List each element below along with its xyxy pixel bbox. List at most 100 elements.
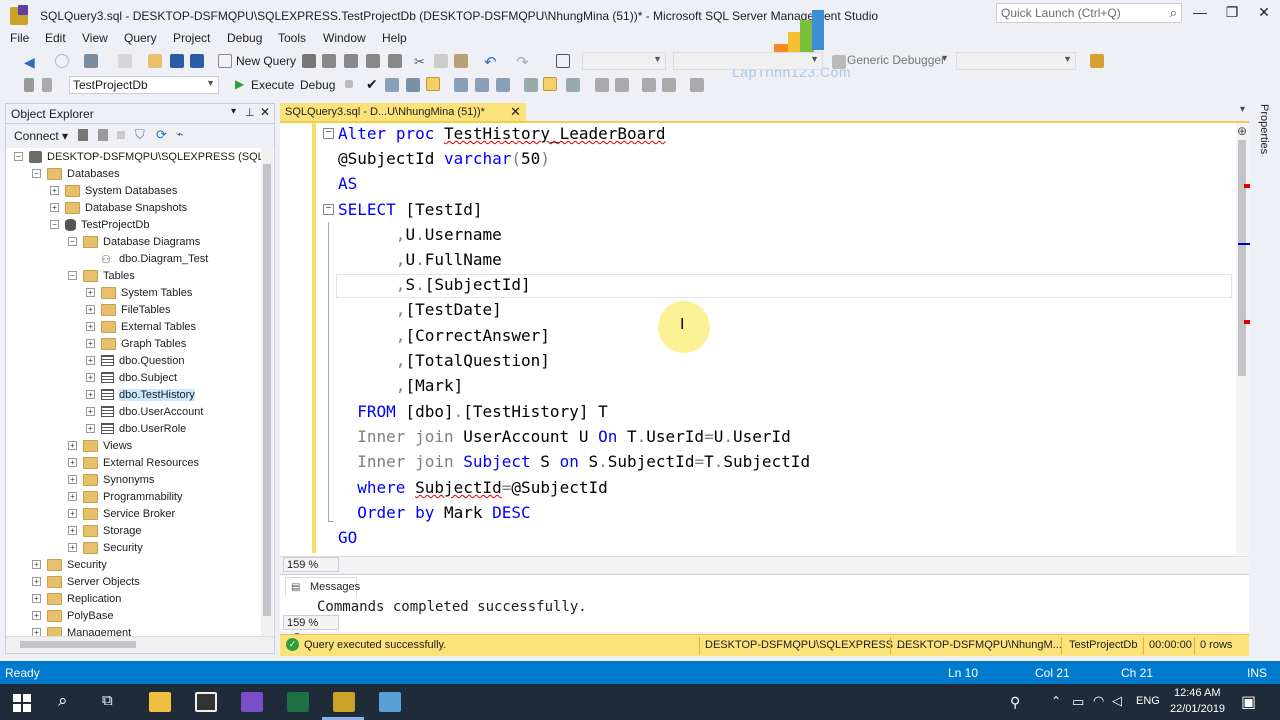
tree-node-filetables[interactable]: + FileTables xyxy=(86,301,171,318)
tree-node-external-resources[interactable]: + External Resources xyxy=(68,454,199,471)
expand-icon[interactable]: + xyxy=(32,594,41,603)
increase-indent-icon[interactable] xyxy=(662,78,676,92)
windows-start-icon[interactable] xyxy=(13,694,31,712)
excel-icon[interactable] xyxy=(287,692,309,712)
filter-icon[interactable]: ⛉ xyxy=(135,127,145,143)
cut-icon[interactable]: ✂ xyxy=(414,54,428,69)
paste-icon[interactable] xyxy=(454,54,468,68)
new-query-icon[interactable] xyxy=(218,54,232,68)
add-item-icon[interactable] xyxy=(118,54,132,68)
disconnect-object-icon[interactable] xyxy=(98,129,108,141)
editor-horizontal-scrollbar[interactable] xyxy=(280,556,1249,573)
cancel-query-icon[interactable] xyxy=(345,80,353,88)
save-icon[interactable] xyxy=(170,54,184,68)
tree-node-system-databases[interactable]: + System Databases xyxy=(50,182,177,199)
db-engine-query-icon[interactable] xyxy=(302,54,316,68)
target-dropdown[interactable]: ▼ xyxy=(956,52,1076,70)
collapse-icon[interactable]: − xyxy=(32,169,41,178)
mdx-query-icon[interactable] xyxy=(322,54,336,68)
menu-project[interactable]: Project xyxy=(173,31,210,45)
pin-icon[interactable]: ⊥ xyxy=(245,106,255,119)
xmla-query-icon[interactable] xyxy=(366,54,380,68)
database-dropdown[interactable]: TestProjectDb ▼ xyxy=(69,76,219,94)
tree-node-database-diagrams[interactable]: − Database Diagrams xyxy=(68,233,200,250)
results-to-text-icon[interactable] xyxy=(524,78,538,92)
movie-maker-icon[interactable] xyxy=(195,692,217,712)
fold-toggle-icon[interactable]: − xyxy=(323,204,334,215)
panel-menu-icon[interactable]: ▾ xyxy=(231,106,236,117)
execute-button[interactable]: Execute xyxy=(251,78,294,92)
tree-horizontal-scroll-thumb[interactable] xyxy=(20,641,136,648)
tab-close-icon[interactable]: ✕ xyxy=(510,104,521,120)
tree-node-tables[interactable]: − Tables xyxy=(68,267,135,284)
collapse-icon[interactable]: − xyxy=(50,220,59,229)
tree-node-server[interactable]: − DESKTOP-DSFMQPU\SQLEXPRESS (SQL Se xyxy=(14,148,261,165)
connect-object-icon[interactable] xyxy=(78,129,88,141)
menu-tools[interactable]: Tools xyxy=(278,31,306,45)
tab-list-dropdown-icon[interactable]: ▾ xyxy=(1240,104,1245,115)
config-dropdown[interactable]: ▼ xyxy=(582,52,666,70)
fold-toggle-icon[interactable]: − xyxy=(323,128,334,139)
expand-icon[interactable]: + xyxy=(86,288,95,297)
clock-date[interactable]: 22/01/2019 xyxy=(1170,703,1225,715)
collapse-icon[interactable]: − xyxy=(68,237,77,246)
stop-icon[interactable] xyxy=(117,131,125,139)
menu-query[interactable]: Query xyxy=(124,31,157,45)
platform-dropdown[interactable]: ▼ xyxy=(673,52,823,70)
people-icon[interactable]: ⚲ xyxy=(1010,694,1020,711)
connect-icon[interactable] xyxy=(24,78,34,92)
parse-icon[interactable]: ✔ xyxy=(366,76,378,93)
query-options-icon[interactable] xyxy=(406,78,420,92)
tree-node-databases[interactable]: − Databases xyxy=(32,165,120,182)
expand-icon[interactable]: + xyxy=(32,628,41,636)
expand-icon[interactable]: + xyxy=(68,441,77,450)
undo-icon[interactable]: ↶ xyxy=(484,53,498,71)
tree-node-testprojectdb[interactable]: − TestProjectDb xyxy=(50,216,149,233)
intellisense-icon[interactable] xyxy=(426,77,440,91)
tree-node-dbo-question[interactable]: + dbo.Question xyxy=(86,352,184,369)
expand-icon[interactable]: + xyxy=(86,322,95,331)
menu-view[interactable]: View xyxy=(82,31,108,45)
expand-icon[interactable]: + xyxy=(86,373,95,382)
tree-node-external-tables[interactable]: + External Tables xyxy=(86,318,196,335)
panel-close-icon[interactable]: ✕ xyxy=(260,105,270,119)
task-view-icon[interactable]: ⧉ xyxy=(102,692,113,709)
results-to-grid-icon[interactable] xyxy=(543,77,557,91)
comment-icon[interactable] xyxy=(595,78,609,92)
client-stats-icon[interactable] xyxy=(496,78,510,92)
tray-chevron-icon[interactable]: ⌃ xyxy=(1051,694,1061,708)
notifications-icon[interactable]: ▣ xyxy=(1241,692,1256,712)
execute-icon[interactable]: ▶ xyxy=(235,77,244,91)
split-editor-icon[interactable]: ⊕ xyxy=(1237,124,1247,138)
tree-node-dbo-subject[interactable]: + dbo.Subject xyxy=(86,369,177,386)
tree-node-system-tables[interactable]: + System Tables xyxy=(86,284,192,301)
visual-studio-icon[interactable] xyxy=(241,692,263,712)
results-to-file-icon[interactable] xyxy=(566,78,580,92)
expand-icon[interactable]: + xyxy=(32,560,41,569)
tree-node-polybase[interactable]: + PolyBase xyxy=(32,607,113,624)
save-all-icon[interactable] xyxy=(190,54,204,68)
expand-icon[interactable]: + xyxy=(86,339,95,348)
notepad-icon[interactable] xyxy=(379,692,401,712)
collapse-icon[interactable]: − xyxy=(14,152,23,161)
tree-node-diagram-test[interactable]: ⚇ dbo.Diagram_Test xyxy=(101,250,208,267)
tree-node-dbo-useraccount[interactable]: + dbo.UserAccount xyxy=(86,403,203,420)
expand-icon[interactable]: + xyxy=(86,407,95,416)
collapse-icon[interactable]: − xyxy=(68,271,77,280)
clock-time[interactable]: 12:46 AM xyxy=(1174,687,1220,699)
expand-icon[interactable]: + xyxy=(50,203,59,212)
close-button[interactable]: ✕ xyxy=(1249,4,1279,24)
maximize-button[interactable]: ❐ xyxy=(1217,4,1247,24)
editor-vertical-scroll-thumb[interactable] xyxy=(1238,140,1246,376)
copy-icon[interactable] xyxy=(434,54,448,68)
tree-node-server-objects[interactable]: + Server Objects xyxy=(32,573,140,590)
file-explorer-icon[interactable] xyxy=(149,692,171,712)
back-icon[interactable]: ◀ xyxy=(24,54,38,70)
debugger-dropdown[interactable]: Generic Debugger ▼ xyxy=(844,52,952,70)
tree-node-dbo-testhistory[interactable]: + dbo.TestHistory xyxy=(86,386,195,403)
debug-button[interactable]: Debug xyxy=(300,78,335,92)
expand-icon[interactable]: + xyxy=(68,509,77,518)
expand-icon[interactable]: + xyxy=(86,390,95,399)
toolbar-options-icon[interactable] xyxy=(1090,54,1104,68)
tree-node-programmability[interactable]: + Programmability xyxy=(68,488,182,505)
